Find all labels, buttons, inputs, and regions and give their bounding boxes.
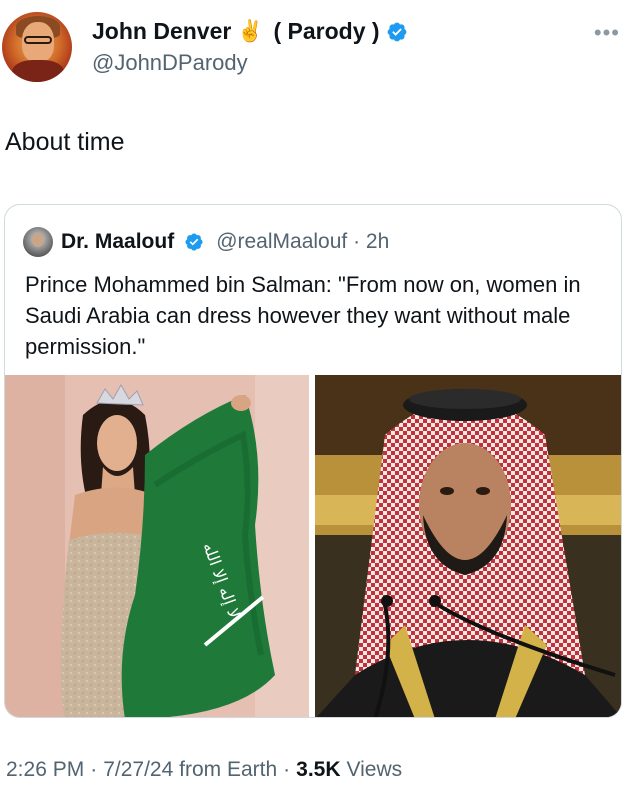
verified-badge-icon: [185, 233, 203, 251]
quoted-tweet-header: Dr. Maalouf @realMaalouf · 2h: [23, 227, 389, 257]
quoted-tweet-text: Prince Mohammed bin Salman: "From now on…: [25, 272, 581, 359]
tweet-header: John Denver ✌️ ( Parody ) @JohnDParody •…: [0, 8, 630, 88]
author-avatar[interactable]: [2, 12, 72, 82]
woman-with-flag-photo: ﻻ إله إلا الله: [5, 375, 309, 717]
tweet-time[interactable]: 2:26 PM: [6, 758, 84, 782]
more-options-icon[interactable]: •••: [594, 20, 620, 46]
quoted-author-handle[interactable]: @realMaalouf · 2h: [216, 230, 389, 254]
views-count[interactable]: 3.5K: [296, 758, 340, 782]
author-handle[interactable]: @JohnDParody: [92, 50, 248, 76]
parody-label: ( Parody ): [273, 18, 380, 44]
avatar-glasses: [24, 36, 52, 44]
views-label: Views: [346, 758, 403, 781]
tweet-date[interactable]: 7/27/24 from Earth: [103, 758, 277, 782]
avatar-body: [12, 60, 64, 82]
footer-separator: ·: [283, 758, 291, 781]
quoted-image-left[interactable]: ﻻ إله إلا الله: [5, 375, 309, 717]
tweet-text: About time: [5, 128, 125, 156]
quoted-author-name[interactable]: Dr. Maalouf: [61, 230, 174, 254]
man-with-headdress-photo: [315, 375, 621, 717]
verified-badge-icon: [387, 22, 406, 41]
quoted-tweet[interactable]: Dr. Maalouf @realMaalouf · 2h Prince Moh…: [4, 204, 622, 718]
quoted-author-avatar[interactable]: [23, 227, 53, 257]
tweet-footer: 2:26 PM · 7/27/24 from Earth · 3.5K View…: [6, 758, 402, 782]
author-name-row: John Denver ✌️ ( Parody ): [92, 18, 408, 45]
peace-hand-icon: ✌️: [237, 20, 264, 43]
quoted-image-right[interactable]: [315, 375, 621, 717]
footer-separator: ·: [90, 758, 98, 781]
author-display-name[interactable]: John Denver: [92, 18, 231, 45]
